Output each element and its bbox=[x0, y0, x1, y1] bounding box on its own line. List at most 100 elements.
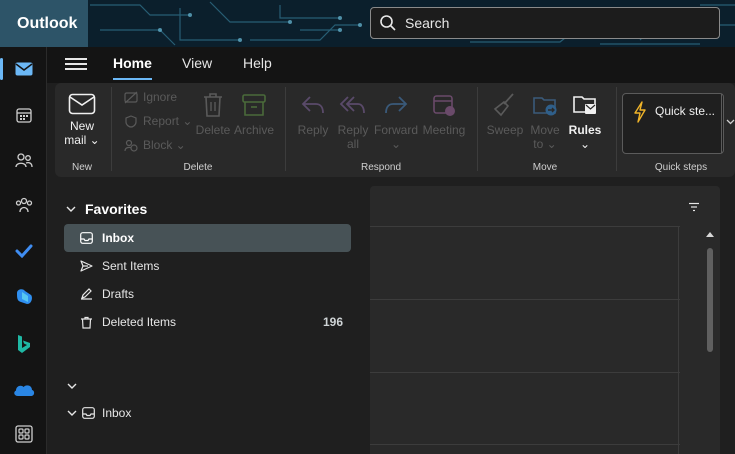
search-placeholder: Search bbox=[405, 15, 450, 31]
outlook-window: Outlook Search Home View Help New mail ⌄… bbox=[0, 0, 735, 454]
ribbon-divider bbox=[616, 87, 617, 171]
reply-button[interactable]: Reply bbox=[295, 91, 331, 137]
meeting-button[interactable]: Meeting bbox=[421, 91, 467, 137]
new-mail-label-line2: mail ⌄ bbox=[64, 133, 100, 147]
groups-icon[interactable] bbox=[0, 185, 47, 225]
group-label-quick-steps: Quick steps bbox=[654, 162, 708, 173]
folder-move-icon bbox=[533, 97, 557, 116]
report-label: Report ⌄ bbox=[143, 114, 193, 128]
block-button[interactable]: Block ⌄ bbox=[124, 138, 186, 152]
calendar-icon[interactable] bbox=[0, 95, 47, 135]
rules-caret: ⌄ bbox=[579, 137, 591, 151]
todo-icon[interactable] bbox=[0, 231, 47, 271]
ribbon: New mail ⌄ New Ignore Report ⌄ Block ⌄ D… bbox=[55, 83, 735, 177]
list-separator bbox=[370, 372, 680, 373]
tab-help[interactable]: Help bbox=[243, 55, 272, 71]
delete-button[interactable]: Delete bbox=[194, 91, 232, 137]
scrollbar-thumb[interactable] bbox=[707, 248, 713, 352]
forward-icon bbox=[385, 96, 408, 114]
ribbon-tabs: Home View Help bbox=[47, 47, 735, 83]
meeting-icon bbox=[433, 95, 455, 116]
hamburger-menu-icon[interactable] bbox=[65, 55, 87, 75]
chevron-down-icon bbox=[67, 410, 77, 416]
move-to-label-line1: Move bbox=[530, 123, 560, 137]
unread-count: 196 bbox=[322, 315, 343, 329]
group-label-delete: Delete bbox=[183, 162, 213, 173]
folder-label: Inbox bbox=[102, 231, 134, 245]
quick-steps-expand-icon[interactable] bbox=[726, 119, 735, 125]
favorites-label: Favorites bbox=[85, 201, 148, 217]
filter-icon[interactable] bbox=[688, 202, 700, 212]
ignore-button[interactable]: Ignore bbox=[124, 90, 177, 104]
reply-all-label-line1: Reply bbox=[337, 123, 369, 137]
reply-all-icon bbox=[339, 96, 365, 114]
reply-label: Reply bbox=[297, 123, 329, 137]
block-icon bbox=[124, 139, 138, 152]
folder-label: Drafts bbox=[102, 287, 135, 301]
group-label-move: Move bbox=[532, 162, 558, 173]
move-to-button[interactable]: Move to ⌄ bbox=[527, 91, 563, 151]
rules-icon bbox=[573, 96, 596, 114]
chevron-down-icon bbox=[66, 206, 76, 212]
reply-icon bbox=[301, 96, 324, 114]
new-mail-label-line1: New bbox=[69, 119, 94, 133]
chevron-down-icon[interactable] bbox=[66, 380, 78, 392]
forward-button[interactable]: Forward ⌄ bbox=[373, 91, 419, 151]
folder-label: Deleted Items bbox=[102, 315, 177, 329]
search-icon bbox=[379, 14, 397, 32]
inbox-icon bbox=[82, 407, 95, 419]
top-bar: Outlook Search bbox=[0, 0, 735, 47]
move-to-label-line2: to ⌄ bbox=[533, 137, 557, 151]
ignore-label: Ignore bbox=[143, 90, 178, 104]
account-inbox-folder[interactable]: Inbox bbox=[66, 406, 131, 420]
report-button[interactable]: Report ⌄ bbox=[124, 114, 192, 128]
lightning-icon bbox=[634, 101, 646, 123]
onedrive-icon[interactable] bbox=[0, 370, 47, 410]
reply-all-button[interactable]: Reply all bbox=[335, 91, 371, 151]
folder-inbox[interactable]: Inbox bbox=[64, 224, 351, 252]
people-icon[interactable] bbox=[0, 140, 47, 180]
archive-button[interactable]: Archive bbox=[233, 91, 275, 137]
send-icon bbox=[80, 260, 93, 272]
apps-icon[interactable] bbox=[0, 414, 47, 454]
delete-label: Delete bbox=[195, 123, 231, 137]
archive-icon bbox=[242, 94, 266, 116]
list-separator bbox=[370, 226, 680, 227]
meeting-label: Meeting bbox=[422, 123, 466, 137]
forward-label: Forward bbox=[373, 123, 418, 137]
folder-deleted-items[interactable]: Deleted Items 196 bbox=[64, 308, 351, 336]
ribbon-divider bbox=[477, 87, 478, 171]
folder-label: Sent Items bbox=[102, 259, 160, 273]
folder-drafts[interactable]: Drafts bbox=[64, 280, 351, 308]
ignore-icon bbox=[124, 91, 138, 103]
app-rail bbox=[0, 47, 47, 454]
scroll-up-arrow-icon[interactable] bbox=[706, 232, 714, 237]
ribbon-divider bbox=[111, 87, 112, 171]
archive-label: Archive bbox=[233, 123, 274, 137]
quick-steps-divider bbox=[721, 94, 722, 153]
favorites-header[interactable]: Favorites bbox=[65, 201, 147, 217]
broom-icon bbox=[493, 93, 514, 117]
list-separator bbox=[370, 299, 680, 300]
sweep-button[interactable]: Sweep bbox=[485, 91, 525, 137]
mail-icon[interactable] bbox=[0, 49, 47, 89]
app-title[interactable]: Outlook bbox=[0, 0, 88, 47]
microsoft365-icon[interactable] bbox=[0, 277, 47, 317]
new-mail-button[interactable]: New mail ⌄ bbox=[60, 93, 104, 147]
forward-caret: ⌄ bbox=[390, 137, 402, 151]
bing-icon[interactable] bbox=[0, 324, 47, 364]
search-box[interactable]: Search bbox=[370, 7, 720, 39]
tab-view[interactable]: View bbox=[182, 55, 212, 71]
folder-pane: Favorites Inbox Sent Items Drafts Delete… bbox=[47, 183, 362, 454]
list-column-divider bbox=[678, 226, 679, 454]
tab-home[interactable]: Home bbox=[113, 55, 152, 80]
sweep-label: Sweep bbox=[486, 123, 524, 137]
shield-icon bbox=[125, 114, 137, 128]
list-separator bbox=[370, 444, 680, 445]
rules-button[interactable]: Rules ⌄ bbox=[565, 91, 605, 151]
group-label-respond: Respond bbox=[360, 162, 402, 173]
envelope-icon bbox=[68, 93, 96, 115]
trash-icon bbox=[81, 316, 92, 329]
quick-steps-gallery[interactable]: Quick ste... bbox=[622, 93, 724, 154]
folder-sent-items[interactable]: Sent Items bbox=[64, 252, 351, 280]
